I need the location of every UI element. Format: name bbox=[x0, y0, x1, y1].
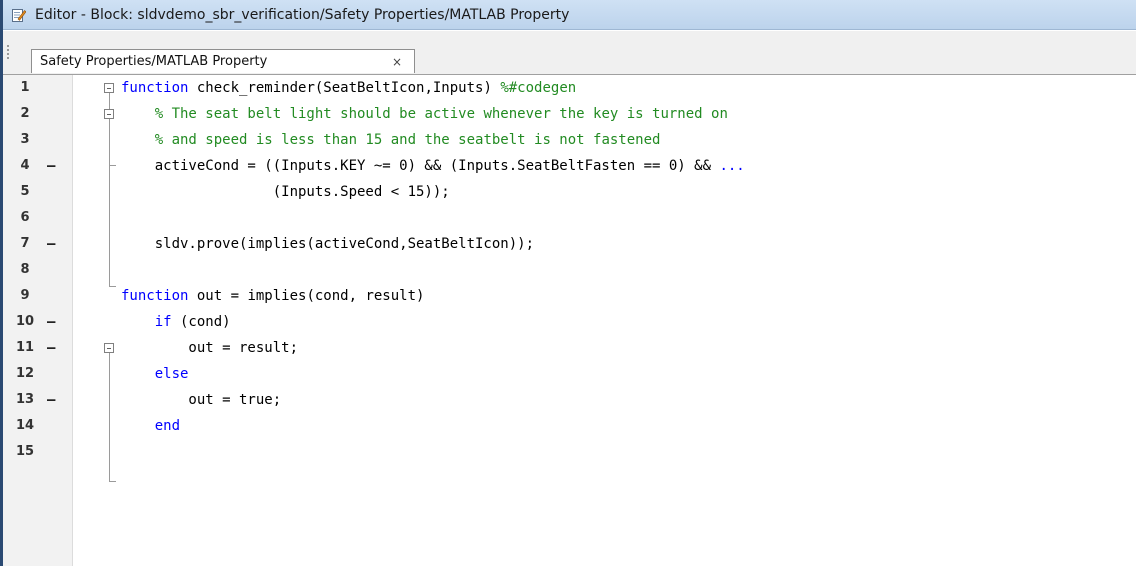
line-number: 14 bbox=[15, 418, 35, 433]
code-line[interactable]: 5 (Inputs.Speed < 15)); bbox=[3, 179, 1136, 205]
code-text[interactable]: function check_reminder(SeatBeltIcon,Inp… bbox=[121, 75, 576, 101]
code-text[interactable]: sldv.prove(implies(activeCond,SeatBeltIc… bbox=[121, 231, 534, 257]
editor-window: Editor - Block: sldvdemo_sbr_verificatio… bbox=[0, 0, 1136, 566]
line-number: 10 bbox=[15, 314, 35, 329]
tab-label: Safety Properties/MATLAB Property bbox=[40, 54, 268, 69]
code-text[interactable]: out = result; bbox=[121, 335, 298, 361]
code-line[interactable]: 6 bbox=[3, 205, 1136, 231]
line-number: 6 bbox=[20, 210, 30, 225]
close-icon[interactable]: × bbox=[390, 55, 404, 69]
breakpoint-marker[interactable]: – bbox=[47, 231, 61, 257]
breakpoint-marker[interactable]: – bbox=[47, 153, 61, 179]
edit-icon bbox=[12, 8, 27, 22]
line-number: 13 bbox=[15, 392, 35, 407]
code-line[interactable]: 15 bbox=[3, 439, 1136, 465]
code-text[interactable]: function out = implies(cond, result) bbox=[121, 283, 424, 309]
title-bar[interactable]: Editor - Block: sldvdemo_sbr_verificatio… bbox=[3, 0, 1136, 30]
line-number: 8 bbox=[20, 262, 30, 277]
window-title: Editor - Block: sldvdemo_sbr_verificatio… bbox=[35, 6, 570, 23]
code-line[interactable]: 12 else bbox=[3, 361, 1136, 387]
code-text[interactable]: if (cond) bbox=[121, 309, 231, 335]
code-text[interactable]: else bbox=[121, 361, 189, 387]
code-editor[interactable]: 1 function check_reminder(SeatBeltIcon,In… bbox=[3, 74, 1136, 566]
line-number: 11 bbox=[15, 340, 35, 355]
line-number: 15 bbox=[15, 444, 35, 459]
line-number: 5 bbox=[20, 184, 30, 199]
code-line[interactable]: 13– out = true; bbox=[3, 387, 1136, 413]
line-number: 3 bbox=[20, 132, 30, 147]
line-number: 12 bbox=[15, 366, 35, 381]
code-line[interactable]: 8 bbox=[3, 257, 1136, 283]
code-text[interactable]: % The seat belt light should be active w… bbox=[121, 101, 728, 127]
code-text[interactable]: (Inputs.Speed < 15)); bbox=[121, 179, 450, 205]
code-text[interactable]: end bbox=[121, 413, 180, 439]
code-line[interactable]: 1 function check_reminder(SeatBeltIcon,In… bbox=[3, 75, 1136, 101]
line-number: 2 bbox=[20, 106, 30, 121]
code-line[interactable]: 2 % The seat belt light should be active… bbox=[3, 101, 1136, 127]
breakpoint-marker[interactable]: – bbox=[47, 387, 61, 413]
code-line[interactable]: 9 function out = implies(cond, result) bbox=[3, 283, 1136, 309]
code-line[interactable]: 7 – sldv.prove(implies(activeCond,SeatBel… bbox=[3, 231, 1136, 257]
code-line[interactable]: 10– if (cond) bbox=[3, 309, 1136, 335]
fold-end-marker bbox=[109, 481, 116, 482]
breakpoint-marker[interactable]: – bbox=[47, 335, 61, 361]
code-text[interactable]: activeCond = ((Inputs.KEY ~= 0) && (Inpu… bbox=[121, 153, 745, 179]
code-text[interactable]: % and speed is less than 15 and the seat… bbox=[121, 127, 661, 153]
tab-strip: Safety Properties/MATLAB Property × bbox=[3, 31, 1136, 74]
breakpoint-marker[interactable]: – bbox=[47, 309, 61, 335]
code-text[interactable]: out = true; bbox=[121, 387, 281, 413]
line-number: 4 bbox=[20, 158, 30, 173]
code-line[interactable]: 14 end bbox=[3, 413, 1136, 439]
line-number: 1 bbox=[20, 80, 30, 95]
line-number: 7 bbox=[20, 236, 30, 251]
code-line[interactable]: 4 – activeCond = ((Inputs.KEY ~= 0) && (I… bbox=[3, 153, 1136, 179]
code-line[interactable]: 11– out = result; bbox=[3, 335, 1136, 361]
line-number: 9 bbox=[20, 288, 30, 303]
tab-safety-properties[interactable]: Safety Properties/MATLAB Property × bbox=[31, 49, 415, 73]
code-line[interactable]: 3 % and speed is less than 15 and the se… bbox=[3, 127, 1136, 153]
tab-grip-handle[interactable] bbox=[7, 45, 11, 59]
